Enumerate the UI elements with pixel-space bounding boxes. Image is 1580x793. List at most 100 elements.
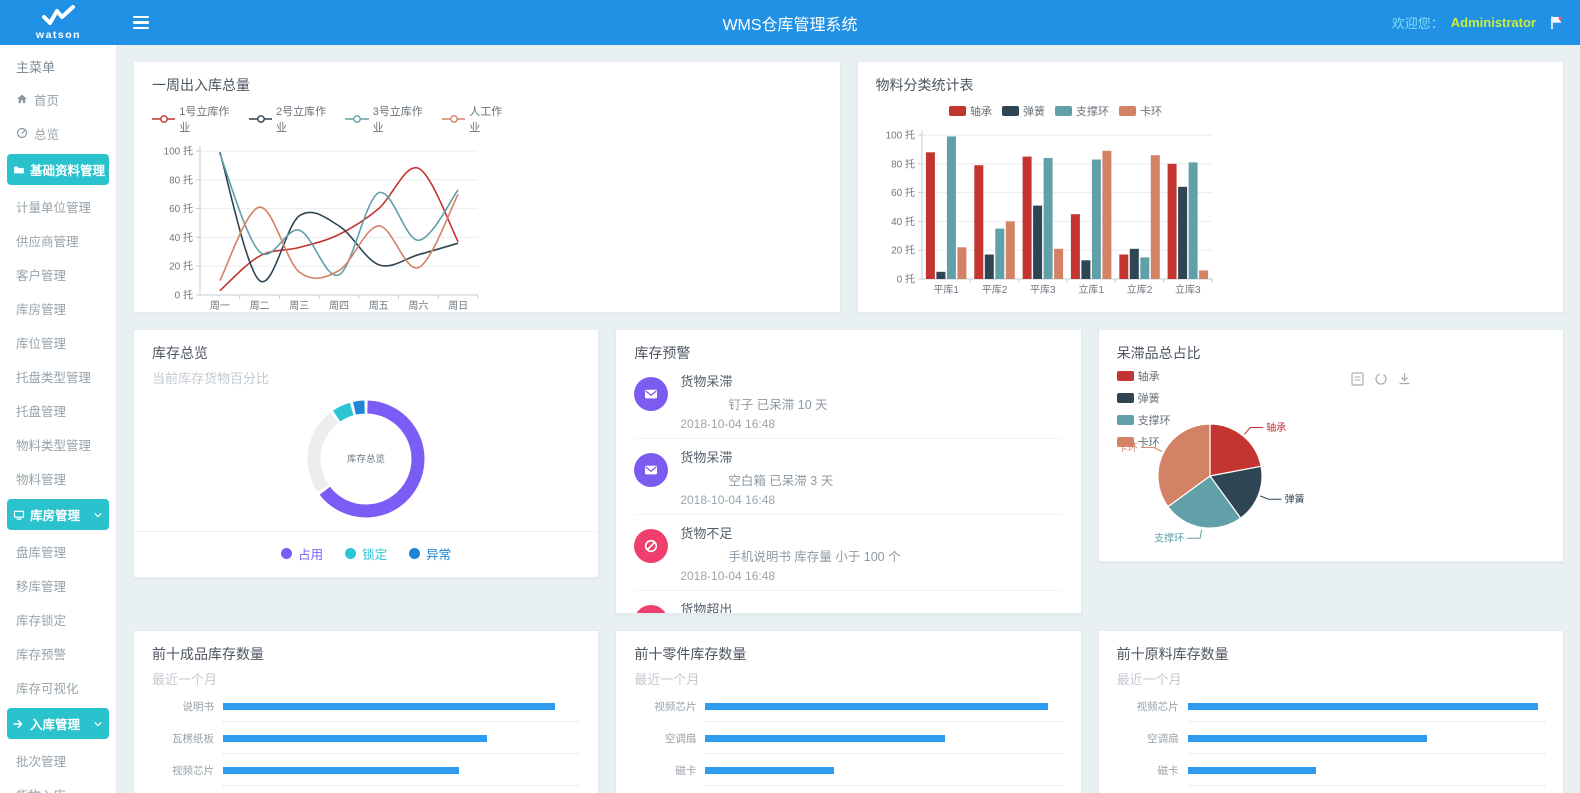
- bar[interactable]: [705, 767, 834, 774]
- sidebar-group-label: 基础资料管理: [30, 160, 105, 179]
- sidebar-item[interactable]: 库房管理: [0, 291, 116, 325]
- svg-text:周二: 周二: [250, 300, 270, 312]
- inventory-donut-chart[interactable]: 库存总览: [152, 393, 580, 533]
- legend-item[interactable]: 弹簧: [1117, 390, 1171, 406]
- notification-flag-icon[interactable]: [1549, 15, 1564, 30]
- legend-item[interactable]: 1号立库作业: [152, 103, 239, 135]
- warning-item[interactable]: 货物不足手机说明书 库存量 小于 100 个2018-10-04 16:48: [634, 515, 1062, 591]
- svg-text:20 托: 20 托: [169, 260, 193, 273]
- sidebar-group[interactable]: 库房管理: [7, 499, 109, 530]
- sidebar-group[interactable]: 入库管理: [7, 708, 109, 739]
- legend-item[interactable]: 2号立库作业: [249, 103, 336, 135]
- card-stagnant-share: 呆滞品总占比 轴承弹簧支撑环卡环 轴承弹簧支撑环卡环: [1098, 329, 1564, 562]
- card-title: 库存总览: [152, 343, 580, 363]
- warning-item[interactable]: 货物呆滞空白箱 已呆滞 3 天2018-10-04 16:48: [634, 439, 1062, 515]
- svg-text:40 托: 40 托: [169, 231, 193, 244]
- sidebar-item[interactable]: 移库管理: [0, 568, 116, 602]
- top-finished-bar-chart[interactable]: 说明书瓦楞纸板视频芯片空调扇: [152, 700, 580, 793]
- sidebar-item[interactable]: 货物入库: [0, 777, 116, 793]
- legend-item[interactable]: 异常: [409, 544, 451, 563]
- warning-item[interactable]: 货物呆滞钉子 已呆滞 10 天2018-10-04 16:48: [634, 363, 1062, 439]
- legend-item[interactable]: 卡环: [1117, 434, 1171, 450]
- legend-item[interactable]: 卡环: [1119, 103, 1162, 119]
- hbar-track: [223, 735, 580, 742]
- legend-item[interactable]: 占用: [281, 544, 323, 563]
- bar[interactable]: [223, 767, 459, 774]
- sidebar-group-label: 库房管理: [30, 505, 80, 524]
- data-view-icon[interactable]: [1351, 372, 1364, 386]
- legend-item[interactable]: 人工作业: [442, 103, 512, 135]
- sidebar-item[interactable]: 库存预警: [0, 636, 116, 670]
- bar[interactable]: [1188, 703, 1538, 710]
- legend-item[interactable]: 支撑环: [1117, 412, 1171, 428]
- svg-text:周一: 周一: [210, 300, 230, 312]
- sidebar-item[interactable]: 首页: [0, 82, 116, 116]
- home-icon: [16, 93, 28, 105]
- material-bar-chart[interactable]: 0 托20 托40 托60 托80 托100 托平库1平库2平库3立库1立库2立…: [876, 121, 1546, 313]
- svg-text:60 托: 60 托: [169, 202, 193, 215]
- card-title: 呆滞品总占比: [1117, 343, 1545, 363]
- sidebar-item[interactable]: 总览: [0, 116, 116, 150]
- sidebar-item[interactable]: 库存锁定: [0, 602, 116, 636]
- legend-item[interactable]: 支撑环: [1055, 103, 1109, 119]
- sidebar-item[interactable]: 托盘管理: [0, 393, 116, 427]
- top-raw-bar-chart[interactable]: 视频芯片空调扇磁卡说明书: [1117, 700, 1545, 793]
- svg-text:周日: 周日: [448, 300, 468, 312]
- watson-logo[interactable]: watson: [0, 0, 117, 45]
- sidebar-item-label: 盘库管理: [16, 542, 66, 561]
- download-icon[interactable]: [1398, 372, 1411, 386]
- svg-text:平库1: 平库1: [933, 283, 959, 296]
- top-header: watson WMS仓库管理系统 欢迎您： Administrator: [0, 0, 1580, 45]
- sidebar-item[interactable]: 物料管理: [0, 461, 116, 495]
- warning-title: 货物不足: [680, 523, 1062, 542]
- sidebar-item[interactable]: 物料类型管理: [0, 427, 116, 461]
- sidebar-item[interactable]: 托盘类型管理: [0, 359, 116, 393]
- sidebar-item[interactable]: 批次管理: [0, 743, 116, 777]
- legend-label: 2号立库作业: [276, 103, 335, 135]
- hbar-row: 磁卡: [634, 764, 1062, 776]
- main-content: 一周出入库总量 1号立库作业2号立库作业3号立库作业人工作业 0 托20 托40…: [117, 45, 1580, 793]
- warning-item[interactable]: 货物超出硬纸板 库存量 大于 300 个2018-10-04 16:48: [634, 591, 1062, 614]
- card-title: 物料分类统计表: [876, 75, 1546, 95]
- legend-label: 1号立库作业: [179, 103, 238, 135]
- hbar-label: 磁卡: [634, 763, 705, 778]
- hbar-row: 视频芯片: [1117, 700, 1545, 712]
- sidebar-item-label: 库存锁定: [16, 610, 66, 629]
- hbar-label: 视频芯片: [152, 763, 223, 778]
- username[interactable]: Administrator: [1451, 15, 1536, 30]
- hbar-track: [705, 703, 1062, 710]
- chevron-down-icon: [93, 719, 103, 729]
- sidebar-item[interactable]: 库位管理: [0, 325, 116, 359]
- legend-item[interactable]: 3号立库作业: [345, 103, 432, 135]
- bar[interactable]: [705, 735, 944, 742]
- legend-item[interactable]: 锁定: [345, 544, 387, 563]
- top-parts-bar-chart[interactable]: 视频芯片空调扇磁卡说明书: [634, 700, 1062, 793]
- restore-icon[interactable]: [1374, 372, 1388, 386]
- material-chart-legend: 轴承弹簧支撑环 卡环: [876, 103, 1236, 119]
- sidebar-item[interactable]: 供应商管理: [0, 223, 116, 257]
- bar[interactable]: [223, 735, 487, 742]
- legend-item[interactable]: 轴承: [1117, 368, 1171, 384]
- legend-item[interactable]: 轴承: [949, 103, 992, 119]
- logo-text: watson: [36, 30, 81, 40]
- hbar-label: 磁卡: [1117, 763, 1188, 778]
- sidebar-item[interactable]: 计量单位管理: [0, 189, 116, 223]
- weekly-line-chart[interactable]: 0 托20 托40 托60 托80 托100 托周一周二周三周四周五周六周日: [152, 137, 822, 313]
- sidebar-item[interactable]: 客户管理: [0, 257, 116, 291]
- card-title: 库存预警: [634, 343, 1062, 363]
- bar[interactable]: [1188, 735, 1427, 742]
- warning-time: 2018-10-04 16:48: [680, 493, 1062, 507]
- legend-item[interactable]: 弹簧: [1002, 103, 1045, 119]
- bar[interactable]: [223, 703, 555, 710]
- menu-toggle-icon[interactable]: [133, 16, 149, 30]
- sidebar-group[interactable]: 基础资料管理: [7, 154, 109, 185]
- bar[interactable]: [705, 703, 1048, 710]
- sidebar-item[interactable]: 库存可视化: [0, 670, 116, 704]
- hbar-track: [705, 767, 1062, 774]
- inbound-icon: [13, 718, 25, 730]
- sidebar-item[interactable]: 盘库管理: [0, 534, 116, 568]
- sidebar-item-label: 总览: [34, 124, 59, 143]
- legend-label: 锁定: [362, 544, 387, 563]
- legend-label: 卡环: [1140, 103, 1162, 119]
- bar[interactable]: [1188, 767, 1317, 774]
